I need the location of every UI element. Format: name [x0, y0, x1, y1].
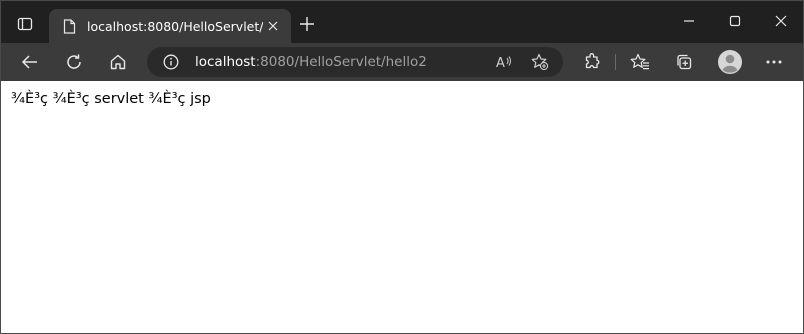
url-text[interactable]: localhost:8080/HelloServlet/hello2 — [195, 54, 427, 70]
browser-window: localhost:8080/HelloServlet/hello2 — [0, 0, 804, 334]
read-aloud-icon[interactable]: A — [495, 53, 513, 71]
more-icon[interactable] — [763, 51, 785, 73]
title-bar: localhost:8080/HelloServlet/hello2 — [1, 1, 803, 43]
maximize-icon[interactable] — [725, 11, 745, 31]
browser-tab[interactable]: localhost:8080/HelloServlet/hello2 — [49, 9, 291, 43]
plus-icon[interactable] — [297, 14, 317, 34]
star-plus-icon[interactable] — [531, 53, 549, 71]
page-icon — [61, 18, 77, 34]
close-icon[interactable] — [265, 18, 281, 34]
favorites-icon[interactable] — [629, 51, 651, 73]
tab-title: localhost:8080/HelloServlet/hello2 — [87, 18, 263, 34]
minimize-icon[interactable] — [679, 11, 699, 31]
browser-toolbar: localhost:8080/HelloServlet/hello2 A — [1, 43, 803, 81]
tab-actions-icon[interactable] — [11, 13, 39, 35]
home-icon[interactable] — [107, 51, 129, 73]
url-host: localhost — [195, 54, 256, 70]
refresh-icon[interactable] — [63, 51, 85, 73]
read-aloud-glyph: A — [496, 56, 505, 70]
collections-icon[interactable] — [673, 51, 695, 73]
address-bar[interactable]: localhost:8080/HelloServlet/hello2 A — [147, 47, 563, 77]
puzzle-icon[interactable] — [581, 51, 603, 73]
info-icon[interactable] — [163, 54, 179, 70]
arrow-left-icon[interactable] — [19, 51, 41, 73]
toolbar-divider — [615, 54, 616, 70]
url-path: :8080/HelloServlet/hello2 — [255, 54, 427, 70]
page-content: ¾È³ç ¾È³ç servlet ¾È³ç jsp — [1, 81, 803, 333]
close-icon[interactable] — [771, 11, 791, 31]
page-body-text: ¾È³ç ¾È³ç servlet ¾È³ç jsp — [11, 91, 211, 107]
avatar-icon[interactable] — [717, 49, 743, 75]
